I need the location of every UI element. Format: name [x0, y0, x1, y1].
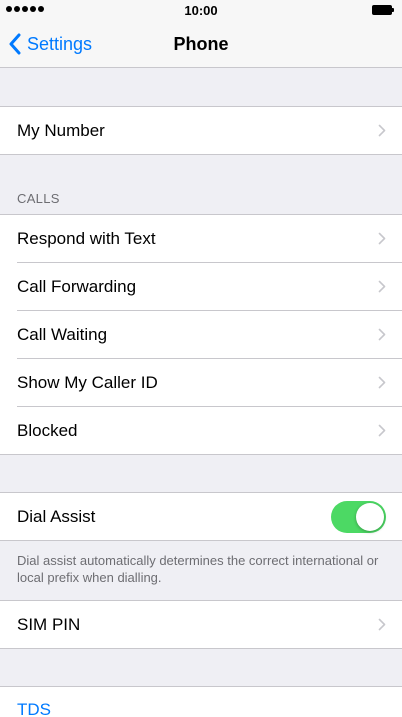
- chevron-right-icon: [378, 424, 386, 437]
- my-number-group: My Number: [0, 106, 402, 155]
- calls-section-header: CALLS: [0, 155, 402, 214]
- call-waiting-label: Call Waiting: [17, 324, 108, 344]
- page-title: Phone: [173, 34, 229, 54]
- dial-assist-toggle[interactable]: [331, 501, 386, 533]
- status-time: 10:00: [184, 3, 218, 18]
- calls-group: Respond with Text Call Forwarding Call W…: [0, 214, 402, 455]
- partial-row[interactable]: TDS: [0, 686, 402, 717]
- show-my-caller-id-row[interactable]: Show My Caller ID: [0, 358, 402, 406]
- blocked-label: Blocked: [17, 420, 78, 440]
- toggle-knob: [356, 503, 384, 531]
- show-my-caller-id-label: Show My Caller ID: [17, 372, 158, 392]
- dial-assist-row: Dial Assist: [0, 493, 402, 540]
- chevron-right-icon: [378, 376, 386, 389]
- dial-assist-group: Dial Assist: [0, 492, 402, 541]
- status-bar: 10:00: [0, 0, 402, 20]
- call-waiting-row[interactable]: Call Waiting: [0, 310, 402, 358]
- blocked-row[interactable]: Blocked: [0, 406, 402, 454]
- call-forwarding-row[interactable]: Call Forwarding: [0, 262, 402, 310]
- sim-group: SIM PIN: [0, 600, 402, 649]
- battery-icon: [372, 5, 394, 15]
- dial-assist-description: Dial assist automatically determines the…: [17, 553, 379, 585]
- respond-with-text-row[interactable]: Respond with Text: [0, 215, 402, 262]
- partial-row-label: TDS: [17, 700, 51, 717]
- sim-pin-label: SIM PIN: [17, 614, 81, 634]
- section-header-calls: CALLS: [17, 191, 60, 206]
- sim-pin-row[interactable]: SIM PIN: [0, 601, 402, 648]
- dial-assist-label: Dial Assist: [17, 506, 96, 526]
- call-forwarding-label: Call Forwarding: [17, 276, 137, 296]
- chevron-right-icon: [378, 124, 386, 137]
- my-number-label: My Number: [17, 120, 105, 140]
- chevron-right-icon: [378, 232, 386, 245]
- chevron-right-icon: [378, 280, 386, 293]
- navigation-bar: Settings Phone: [0, 20, 402, 68]
- respond-with-text-label: Respond with Text: [17, 228, 156, 248]
- chevron-right-icon: [378, 328, 386, 341]
- my-number-row[interactable]: My Number: [0, 107, 402, 154]
- chevron-right-icon: [378, 618, 386, 631]
- settings-list: My Number CALLS Respond with Text Call F…: [0, 68, 402, 717]
